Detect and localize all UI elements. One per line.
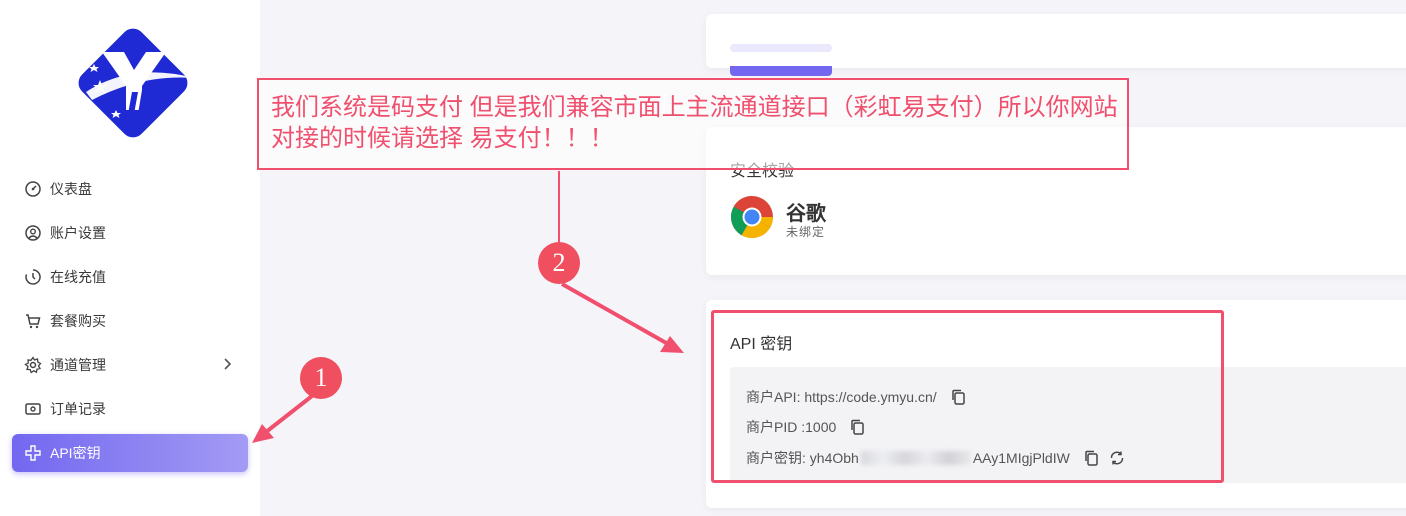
annotation-callout: 我们系统是码支付 但是我们兼容市面上主流通道接口（彩虹易支付）所以你网站 对接的…	[257, 78, 1129, 170]
step-marker-2: 2	[538, 242, 580, 284]
cart-icon	[24, 312, 42, 330]
account-icon	[24, 224, 42, 242]
google-chrome-icon[interactable]	[730, 195, 774, 239]
sidebar-item-recharge[interactable]: 在线充值	[12, 258, 248, 296]
gear-icon	[24, 356, 42, 374]
api-highlight-box	[711, 310, 1224, 483]
sidebar-item-label: 通道管理	[50, 357, 106, 373]
sidebar-item-label: 在线充值	[50, 269, 106, 285]
sidebar-item-order-records[interactable]: 订单记录	[12, 390, 248, 428]
active-tab-indicator	[730, 66, 832, 76]
step-marker-1: 1	[300, 357, 342, 399]
dashboard-icon	[24, 180, 42, 198]
order-icon	[24, 400, 42, 418]
sidebar: 仪表盘 账户设置 在线充值 套餐购买 通道管理 订单记录 API密钥	[0, 0, 260, 516]
sidebar-item-package-purchase[interactable]: 套餐购买	[12, 302, 248, 340]
sidebar-item-label: 账户设置	[50, 225, 106, 241]
top-card	[706, 14, 1406, 76]
sidebar-item-dashboard[interactable]: 仪表盘	[12, 170, 248, 208]
sidebar-item-label: 订单记录	[50, 401, 106, 417]
google-auth-name: 谷歌	[786, 203, 826, 225]
tab-placeholder	[730, 44, 832, 52]
annotation-text: 我们系统是码支付 但是我们兼容市面上主流通道接口（彩虹易支付）所以你网站 对接的…	[271, 94, 1118, 152]
sidebar-item-channel-management[interactable]: 通道管理	[12, 346, 248, 384]
sidebar-nav: 仪表盘 账户设置 在线充值 套餐购买 通道管理 订单记录 API密钥	[12, 170, 248, 478]
sidebar-item-label: API密钥	[50, 445, 101, 461]
chevron-right-icon	[220, 357, 234, 371]
recharge-icon	[24, 268, 42, 286]
google-auth-status: 未绑定	[786, 225, 826, 239]
sidebar-item-api-key[interactable]: API密钥	[12, 434, 248, 472]
sidebar-item-label: 套餐购买	[50, 313, 106, 329]
sidebar-item-label: 仪表盘	[50, 181, 92, 197]
api-icon	[24, 444, 42, 462]
sidebar-item-account-settings[interactable]: 账户设置	[12, 214, 248, 252]
brand-logo[interactable]	[72, 22, 194, 144]
